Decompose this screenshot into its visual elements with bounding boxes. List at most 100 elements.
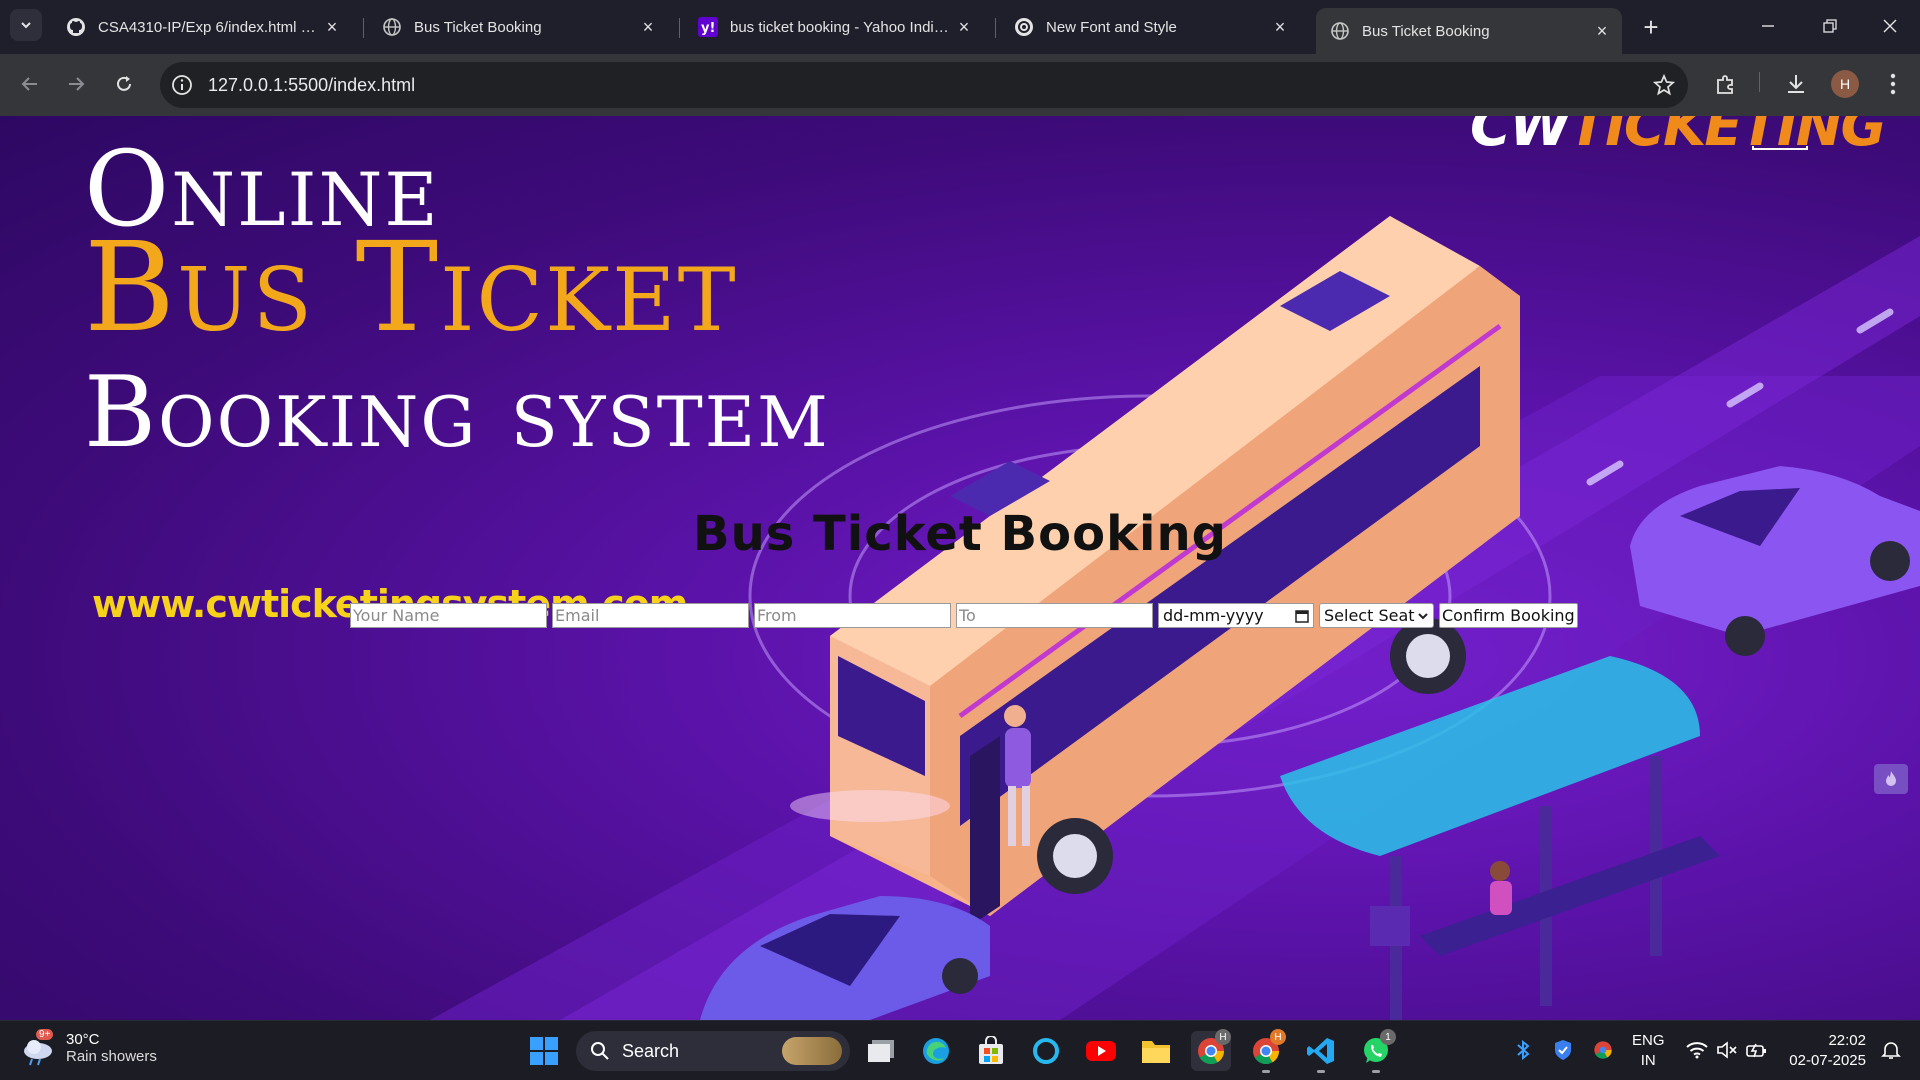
taskbar-file-explorer[interactable] <box>1136 1031 1176 1071</box>
chevron-down-icon <box>1418 612 1428 619</box>
volume-tray[interactable] <box>1712 1035 1742 1065</box>
minimize-icon <box>1762 25 1774 27</box>
tab-bus-ticket-booking[interactable]: Bus Ticket Booking × <box>368 8 668 46</box>
taskbar-cortana[interactable] <box>1026 1031 1066 1071</box>
tab-bus-ticket-booking-active[interactable]: Bus Ticket Booking × <box>1316 8 1622 54</box>
tab-strip: CSA4310-IP/Exp 6/index.html at m × Bus T… <box>0 0 1920 54</box>
puzzle-icon <box>1717 75 1733 94</box>
clock-date: 02-07-2025 <box>1789 1052 1866 1069</box>
notifications-tray[interactable] <box>1876 1035 1906 1065</box>
close-icon[interactable]: × <box>954 17 974 37</box>
seat-select[interactable]: Select Seat <box>1319 603 1434 628</box>
vscode-icon <box>1307 1038 1334 1064</box>
tab-search-button[interactable] <box>10 9 42 41</box>
close-icon[interactable]: × <box>1270 17 1290 37</box>
task-view-icon <box>868 1040 894 1062</box>
youtube-icon <box>1086 1041 1116 1061</box>
close-icon[interactable]: × <box>638 17 658 37</box>
notification-bell-icon <box>1881 1042 1901 1059</box>
from-input[interactable] <box>754 603 951 628</box>
side-widget-button[interactable] <box>1874 764 1908 794</box>
brand-logo: CWTICKETING <box>1470 116 1887 159</box>
search-label: Search <box>622 1040 680 1061</box>
chrome-tray[interactable] <box>1588 1035 1618 1065</box>
flame-icon <box>1886 771 1896 786</box>
search-icon <box>591 1042 609 1060</box>
taskbar-edge[interactable] <box>916 1031 956 1071</box>
forward-button[interactable] <box>60 68 92 100</box>
to-input[interactable] <box>956 603 1153 628</box>
reload-button[interactable] <box>108 68 140 100</box>
shield-icon <box>1555 1040 1571 1060</box>
chrome-profile-badge: H <box>1215 1029 1231 1045</box>
name-input[interactable] <box>350 603 547 628</box>
email-input[interactable] <box>552 603 749 628</box>
start-button[interactable] <box>524 1031 564 1071</box>
edge-icon <box>923 1038 949 1064</box>
restore-button[interactable] <box>1810 10 1850 42</box>
taskbar-search[interactable]: Search <box>576 1031 850 1071</box>
input-language[interactable]: ENG IN <box>1632 1031 1665 1071</box>
date-placeholder: dd-mm-yyyy <box>1163 606 1264 625</box>
tab-yahoo-search[interactable]: y! bus ticket booking - Yahoo India Ir × <box>684 8 984 46</box>
close-icon[interactable]: × <box>322 17 342 37</box>
taskbar-vscode[interactable] <box>1301 1031 1341 1073</box>
minimize-button[interactable] <box>1748 10 1788 42</box>
logo-cw-text: CW <box>1470 116 1571 159</box>
confirm-booking-button[interactable]: Confirm Booking <box>1439 603 1578 628</box>
menu-button[interactable] <box>1877 68 1909 100</box>
url-text[interactable]: 127.0.0.1:5500/index.html <box>208 75 415 96</box>
toolbar-separator <box>1759 72 1760 92</box>
bluetooth-tray[interactable] <box>1508 1035 1538 1065</box>
chevron-down-icon <box>21 22 31 29</box>
clock-time: 22:02 <box>1828 1032 1866 1049</box>
cortana-icon <box>1033 1038 1059 1064</box>
chrome-icon <box>1594 1041 1612 1059</box>
svg-text:y!: y! <box>701 21 715 36</box>
language-code: ENG <box>1632 1032 1665 1049</box>
date-input[interactable]: dd-mm-yyyy <box>1158 603 1314 628</box>
close-icon <box>1883 19 1897 33</box>
windows-logo-icon <box>530 1037 558 1065</box>
page-viewport: Online Bus Ticket Booking system www.cwt… <box>0 116 1920 1020</box>
taskbar-chrome-profile-1[interactable]: H <box>1191 1029 1231 1071</box>
extensions-button[interactable] <box>1710 68 1742 100</box>
system-clock[interactable]: 22:02 02-07-2025 <box>1786 1031 1866 1071</box>
task-view-button[interactable] <box>861 1031 901 1071</box>
arrow-right-icon <box>69 77 85 91</box>
tab-title: Bus Ticket Booking <box>1362 22 1490 40</box>
weather-widget[interactable]: 9+ 30°C Rain showers <box>20 1029 157 1067</box>
taskbar-whatsapp[interactable]: 1 <box>1356 1029 1396 1073</box>
battery-tray[interactable] <box>1742 1035 1772 1065</box>
taskbar-youtube[interactable] <box>1081 1031 1121 1071</box>
address-bar[interactable]: 127.0.0.1:5500/index.html <box>160 62 1688 108</box>
downloads-button[interactable] <box>1780 68 1812 100</box>
openai-icon <box>1014 17 1034 37</box>
taskbar-store[interactable] <box>971 1031 1011 1071</box>
bookmark-star-icon[interactable] <box>1652 73 1676 97</box>
calendar-icon[interactable] <box>1295 609 1309 623</box>
tab-title: bus ticket booking - Yahoo India Ir <box>730 18 954 36</box>
page-title: Bus Ticket Booking <box>693 506 1227 562</box>
bluetooth-icon <box>1517 1040 1530 1060</box>
tab-new-font-and-style[interactable]: New Font and Style × <box>1000 8 1300 46</box>
security-tray[interactable] <box>1548 1035 1578 1065</box>
weather-alert-badge: 9+ <box>36 1029 54 1040</box>
profile-avatar[interactable]: H <box>1831 70 1859 98</box>
logo-underline <box>1752 146 1808 150</box>
close-window-button[interactable] <box>1870 10 1910 42</box>
close-icon[interactable]: × <box>1592 21 1612 41</box>
tab-title: New Font and Style <box>1046 18 1177 36</box>
tab-separator <box>679 18 680 38</box>
wifi-icon <box>1686 1042 1708 1059</box>
weather-icon: 9+ <box>20 1029 58 1067</box>
wifi-tray[interactable] <box>1682 1035 1712 1065</box>
weather-description: Rain showers <box>66 1048 157 1065</box>
site-info-icon[interactable] <box>170 73 194 97</box>
taskbar-chrome-profile-2[interactable]: H <box>1246 1029 1286 1073</box>
globe-icon <box>382 17 402 37</box>
arrow-left-icon <box>21 77 37 91</box>
new-tab-button[interactable]: + <box>1636 12 1666 42</box>
tab-github[interactable]: CSA4310-IP/Exp 6/index.html at m × <box>52 8 352 46</box>
back-button[interactable] <box>14 68 46 100</box>
